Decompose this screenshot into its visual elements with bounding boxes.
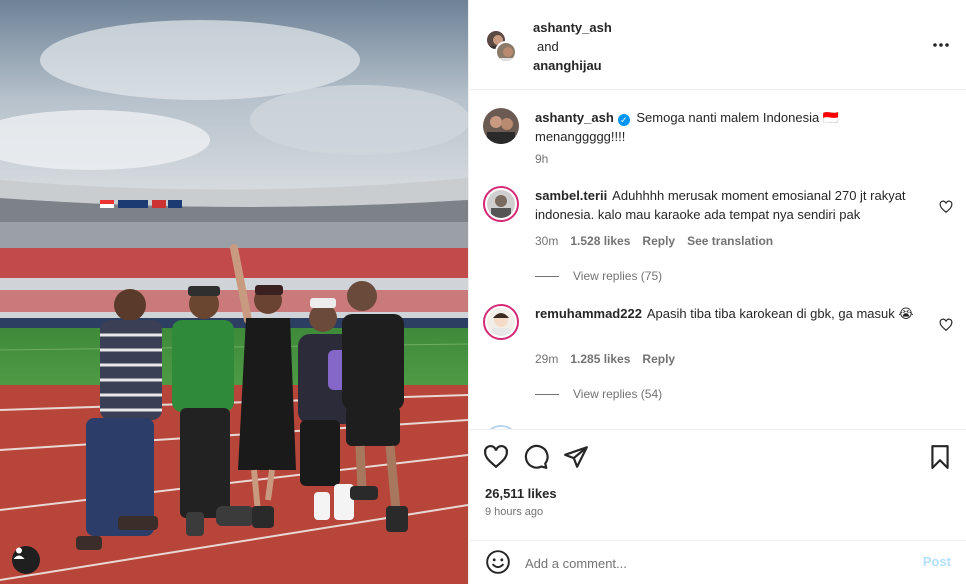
see-translation-button[interactable]: See translation bbox=[687, 234, 773, 248]
comment-body: sambel.terii Aduhhhh merusak moment emos… bbox=[535, 186, 925, 224]
comment-text: Apasih tiba tiba karokean di gbk, ga mas… bbox=[646, 306, 914, 321]
caption: ashanty_ash ✓ Semoga nanti malem Indonesi… bbox=[483, 108, 953, 168]
tagged-users-button[interactable] bbox=[12, 546, 40, 574]
more-options-icon bbox=[933, 43, 949, 47]
comment-icon[interactable] bbox=[523, 444, 549, 470]
caption-body: ashanty_ash ✓ Semoga nanti malem Indonesi… bbox=[535, 108, 925, 146]
comment-body: remuhammad222 Apasih tiba tiba karokean … bbox=[535, 304, 925, 323]
comment-username[interactable]: remuhammad222 bbox=[535, 306, 642, 321]
add-comment-bar: Post bbox=[469, 540, 966, 584]
more-options-button[interactable] bbox=[929, 36, 953, 54]
divider bbox=[535, 393, 559, 395]
comment-likes[interactable]: 1.528 likes bbox=[570, 234, 630, 248]
heart-icon[interactable] bbox=[483, 444, 509, 470]
heart-icon[interactable] bbox=[939, 200, 953, 214]
view-replies-label: View replies (75) bbox=[573, 269, 663, 283]
post-comment-button[interactable]: Post bbox=[923, 554, 951, 569]
heart-icon[interactable] bbox=[939, 318, 953, 332]
view-replies-button[interactable]: View replies (54) bbox=[535, 387, 662, 401]
collab-avatars[interactable] bbox=[485, 29, 521, 65]
verified-badge-icon: ✓ bbox=[617, 114, 630, 126]
divider bbox=[535, 275, 559, 277]
reply-button[interactable]: Reply bbox=[642, 234, 675, 248]
photo-illustration bbox=[0, 0, 468, 584]
caption-meta: 9h bbox=[535, 152, 548, 166]
comment-likes[interactable]: 1.285 likes bbox=[570, 352, 630, 366]
likes-count[interactable]: 26,511 likes bbox=[485, 486, 557, 501]
post-actions: 26,511 likes 9 hours ago bbox=[469, 429, 966, 540]
avatar[interactable] bbox=[483, 304, 519, 340]
comment-input[interactable] bbox=[525, 552, 905, 574]
comment-username[interactable]: sambel.terii bbox=[535, 188, 607, 203]
collab-names: ashanty_ash and ananghijau bbox=[533, 18, 612, 75]
comment-time[interactable]: 30m bbox=[535, 234, 558, 248]
post-sidebar: ashanty_ash and ananghijau ashanty_ash ✓ … bbox=[468, 0, 966, 584]
view-replies-label: View replies (54) bbox=[573, 387, 663, 401]
comment-item: remuhammad222 Apasih tiba tiba karokean … bbox=[483, 304, 953, 404]
avatar[interactable] bbox=[483, 186, 519, 222]
comment-item: sambel.terii Aduhhhh merusak moment emos… bbox=[483, 186, 953, 286]
post-photo[interactable] bbox=[0, 0, 468, 584]
avatar bbox=[495, 41, 517, 63]
avatar[interactable] bbox=[483, 108, 519, 144]
and-label: and bbox=[537, 39, 559, 54]
comments-list[interactable]: ashanty_ash ✓ Semoga nanti malem Indonesi… bbox=[469, 91, 966, 429]
header-username[interactable]: ashanty_ash bbox=[533, 18, 612, 37]
view-replies-button[interactable]: View replies (75) bbox=[535, 269, 662, 283]
caption-username[interactable]: ashanty_ash bbox=[535, 110, 614, 125]
header-username[interactable]: ananghijau bbox=[533, 56, 612, 75]
caption-time[interactable]: 9h bbox=[535, 152, 548, 166]
reply-button[interactable]: Reply bbox=[642, 352, 675, 366]
bookmark-icon[interactable] bbox=[927, 444, 953, 470]
post-header: ashanty_ash and ananghijau bbox=[469, 0, 966, 90]
comment-meta: 30m 1.528 likes Reply See translation bbox=[535, 234, 773, 248]
user-tag-icon bbox=[13, 547, 25, 559]
comment-time[interactable]: 29m bbox=[535, 352, 558, 366]
emoji-icon[interactable] bbox=[485, 549, 511, 575]
post-time[interactable]: 9 hours ago bbox=[485, 506, 543, 518]
share-icon[interactable] bbox=[563, 444, 589, 470]
comment-meta: 29m 1.285 likes Reply bbox=[535, 352, 675, 366]
